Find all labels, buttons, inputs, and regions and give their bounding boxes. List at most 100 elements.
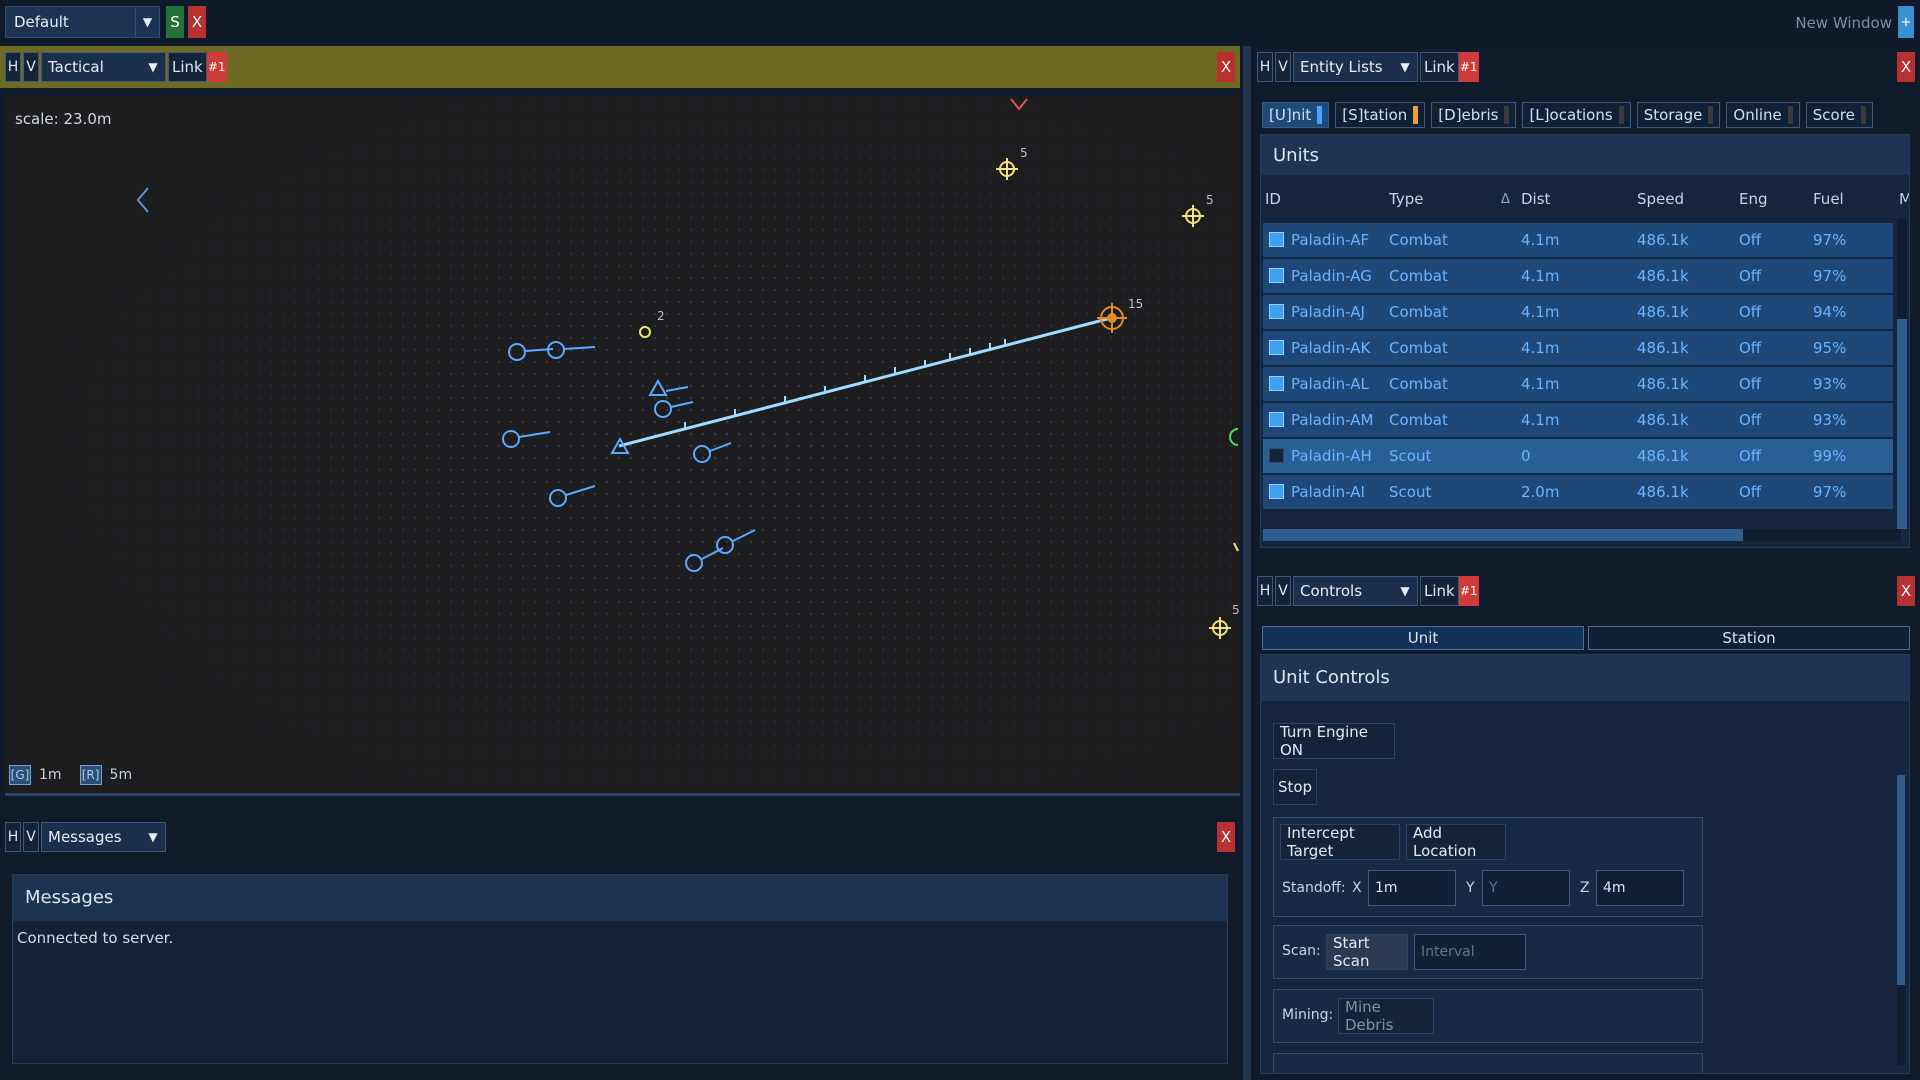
new-window-label[interactable]: New Window bbox=[1795, 14, 1892, 32]
intercept-target-button[interactable]: Intercept Target bbox=[1280, 824, 1400, 860]
turn-engine-on-button[interactable]: Turn Engine ON bbox=[1273, 723, 1395, 759]
row-checkbox[interactable] bbox=[1269, 340, 1284, 355]
table-row[interactable]: Paladin-AG Combat 4.1m 486.1k Off 97% bbox=[1263, 259, 1893, 293]
cell-eng: Off bbox=[1739, 447, 1762, 465]
vertical-scrollbar-thumb[interactable] bbox=[1897, 319, 1907, 529]
row-checkbox[interactable] bbox=[1269, 484, 1284, 499]
tactical-link-number[interactable]: #1 bbox=[206, 52, 227, 82]
tab-score[interactable]: Score bbox=[1805, 102, 1873, 128]
table-row[interactable]: Paladin-AM Combat 4.1m 486.1k Off 93% bbox=[1263, 403, 1893, 437]
stop-button[interactable]: Stop bbox=[1273, 769, 1317, 805]
tactical-map-view[interactable]: 15 5 5 2 5 scale: 23.0m [G] 1m [R] 5m bbox=[5, 96, 1240, 796]
scan-interval-input[interactable]: Interval bbox=[1414, 934, 1526, 970]
grid-toggle-button[interactable]: [G] bbox=[9, 765, 31, 785]
entity-lists-link-button[interactable]: Link bbox=[1420, 52, 1459, 82]
tactical-panel-header: H V Tactical ▼ Link #1 X bbox=[0, 46, 1240, 88]
tab-station[interactable]: [S]tation bbox=[1335, 102, 1426, 128]
tab-color-swatch bbox=[1413, 106, 1419, 124]
controls-vertical-scrollbar-thumb[interactable] bbox=[1897, 775, 1905, 985]
table-row-selected[interactable]: Paladin-AH Scout 0 486.1k Off 99% bbox=[1263, 439, 1893, 473]
unit-controls-title: Unit Controls bbox=[1261, 655, 1909, 701]
row-checkbox[interactable] bbox=[1269, 448, 1284, 463]
chevron-down-icon[interactable]: ▼ bbox=[1393, 577, 1417, 605]
horizontal-scrollbar[interactable] bbox=[1263, 529, 1901, 541]
panel-splitter[interactable] bbox=[1243, 46, 1251, 1080]
column-header-type[interactable]: Type bbox=[1389, 181, 1423, 217]
tab-station-controls[interactable]: Station bbox=[1588, 626, 1910, 650]
table-row[interactable]: Paladin-AF Combat 4.1m 486.1k Off 97% bbox=[1263, 223, 1893, 257]
save-layout-button[interactable]: S bbox=[166, 6, 184, 38]
split-horizontal-button[interactable]: H bbox=[5, 822, 21, 852]
range-toggle-button[interactable]: [R] bbox=[79, 765, 102, 785]
layout-dropdown[interactable]: Default ▼ bbox=[5, 6, 160, 38]
row-checkbox[interactable] bbox=[1269, 412, 1284, 427]
chevron-down-icon[interactable]: ▼ bbox=[141, 53, 165, 81]
sort-indicator-icon[interactable]: Δ bbox=[1501, 181, 1510, 217]
intercept-group: Intercept Target Add Location Standoff: … bbox=[1273, 817, 1703, 917]
tactical-map-canvas[interactable]: 15 5 5 2 5 bbox=[5, 96, 1240, 796]
split-horizontal-button[interactable]: H bbox=[5, 52, 21, 82]
controls-view-dropdown[interactable]: Controls ▼ bbox=[1293, 576, 1418, 606]
cell-id: Paladin-AI bbox=[1291, 483, 1365, 501]
cell-fuel: 97% bbox=[1813, 231, 1847, 249]
split-vertical-button[interactable]: V bbox=[1275, 52, 1291, 82]
table-row[interactable]: Paladin-AI Scout 2.0m 486.1k Off 97% bbox=[1263, 475, 1893, 509]
standoff-z-input[interactable]: 4m bbox=[1596, 870, 1684, 906]
column-header-more[interactable]: M bbox=[1899, 181, 1909, 217]
split-horizontal-button[interactable]: H bbox=[1257, 576, 1273, 606]
vertical-scrollbar[interactable] bbox=[1897, 219, 1907, 529]
split-vertical-button[interactable]: V bbox=[23, 52, 39, 82]
tab-unit-controls[interactable]: Unit bbox=[1262, 626, 1584, 650]
entity-lists-close-button[interactable]: X bbox=[1897, 52, 1915, 82]
tab-unit[interactable]: [U]nit bbox=[1262, 102, 1330, 128]
tab-storage[interactable]: Storage bbox=[1636, 102, 1721, 128]
split-vertical-button[interactable]: V bbox=[1275, 576, 1291, 606]
row-checkbox[interactable] bbox=[1269, 304, 1284, 319]
row-checkbox[interactable] bbox=[1269, 376, 1284, 391]
controls-vertical-scrollbar[interactable] bbox=[1897, 775, 1905, 1065]
tactical-link-button[interactable]: Link bbox=[168, 52, 207, 82]
tab-debris[interactable]: [D]ebris bbox=[1431, 102, 1517, 128]
column-header-eng[interactable]: Eng bbox=[1739, 181, 1768, 217]
split-horizontal-button[interactable]: H bbox=[1257, 52, 1273, 82]
tab-locations[interactable]: [L]ocations bbox=[1522, 102, 1631, 128]
split-vertical-button[interactable]: V bbox=[23, 822, 39, 852]
mine-debris-button[interactable]: Mine Debris bbox=[1338, 998, 1434, 1034]
entity-lists-link-number[interactable]: #1 bbox=[1458, 52, 1479, 82]
table-row[interactable]: Paladin-AL Combat 4.1m 486.1k Off 93% bbox=[1263, 367, 1893, 401]
tab-color-swatch bbox=[1618, 106, 1624, 124]
delete-layout-button[interactable]: X bbox=[188, 6, 206, 38]
chevron-down-icon[interactable]: ▼ bbox=[135, 7, 159, 37]
messages-close-button[interactable]: X bbox=[1217, 822, 1235, 852]
cell-fuel: 97% bbox=[1813, 483, 1847, 501]
cell-fuel: 94% bbox=[1813, 303, 1847, 321]
controls-link-number[interactable]: #1 bbox=[1458, 576, 1479, 606]
row-checkbox[interactable] bbox=[1269, 232, 1284, 247]
table-row[interactable]: Paladin-AK Combat 4.1m 486.1k Off 95% bbox=[1263, 331, 1893, 365]
horizontal-scrollbar-thumb[interactable] bbox=[1263, 529, 1743, 541]
tab-online[interactable]: Online bbox=[1726, 102, 1800, 128]
units-title: Units bbox=[1261, 135, 1909, 175]
chevron-down-icon[interactable]: ▼ bbox=[141, 823, 165, 851]
column-header-id[interactable]: ID bbox=[1265, 181, 1281, 217]
column-header-dist[interactable]: Dist bbox=[1521, 181, 1550, 217]
entity-lists-view-dropdown[interactable]: Entity Lists ▼ bbox=[1293, 52, 1418, 82]
add-location-button[interactable]: Add Location bbox=[1406, 824, 1506, 860]
column-header-speed[interactable]: Speed bbox=[1637, 181, 1684, 217]
start-scan-button[interactable]: Start Scan bbox=[1326, 934, 1408, 970]
cell-type: Combat bbox=[1389, 267, 1448, 285]
standoff-y-input[interactable]: Y bbox=[1482, 870, 1570, 906]
cell-id: Paladin-AL bbox=[1291, 375, 1369, 393]
standoff-x-input[interactable]: 1m bbox=[1368, 870, 1456, 906]
row-checkbox[interactable] bbox=[1269, 268, 1284, 283]
table-row[interactable]: Paladin-AJ Combat 4.1m 486.1k Off 94% bbox=[1263, 295, 1893, 329]
tactical-close-button[interactable]: X bbox=[1217, 52, 1235, 82]
new-window-button[interactable]: + bbox=[1898, 6, 1914, 38]
controls-link-button[interactable]: Link bbox=[1420, 576, 1459, 606]
chevron-down-icon[interactable]: ▼ bbox=[1393, 53, 1417, 81]
tactical-view-dropdown[interactable]: Tactical ▼ bbox=[41, 52, 166, 82]
messages-view-dropdown[interactable]: Messages ▼ bbox=[41, 822, 166, 852]
cell-speed: 486.1k bbox=[1637, 339, 1689, 357]
controls-close-button[interactable]: X bbox=[1897, 576, 1915, 606]
column-header-fuel[interactable]: Fuel bbox=[1813, 181, 1844, 217]
